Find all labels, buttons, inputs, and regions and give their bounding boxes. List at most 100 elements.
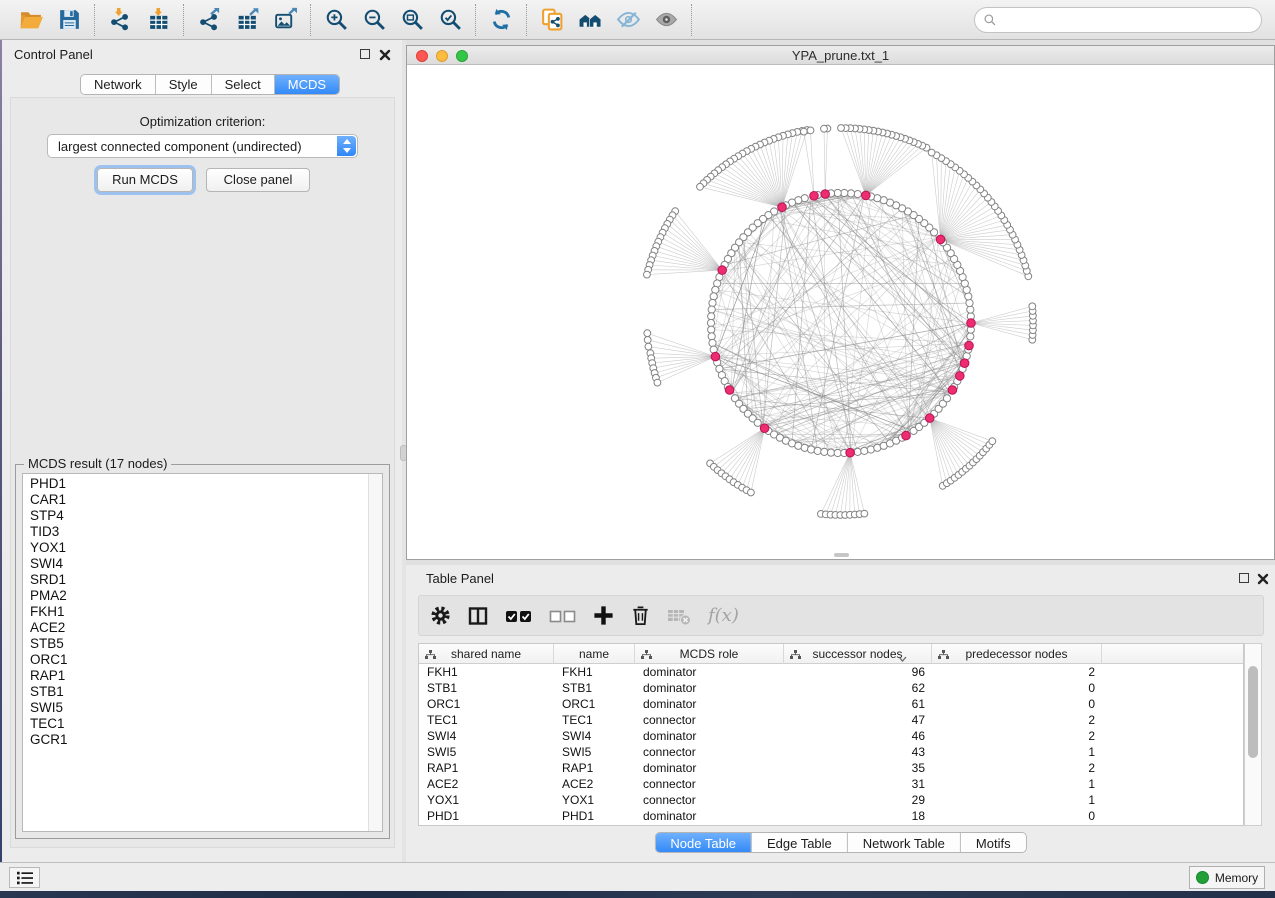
duplicate-network-button[interactable]: [533, 4, 571, 36]
graph-mcds-node[interactable]: [936, 235, 945, 244]
mcds-result-item[interactable]: GCR1: [30, 732, 368, 748]
graph-node[interactable]: [708, 306, 715, 313]
graph-mcds-node[interactable]: [821, 190, 830, 199]
mcds-result-item[interactable]: STP4: [30, 508, 368, 524]
column-header-shared-name[interactable]: shared name: [419, 644, 554, 664]
graph-mcds-node[interactable]: [711, 352, 720, 361]
tab-node-table[interactable]: Node Table: [655, 833, 751, 852]
import-network-button[interactable]: [101, 4, 139, 36]
graph-leaf-node[interactable]: [644, 271, 651, 278]
graph-mcds-node[interactable]: [846, 448, 855, 457]
mcds-result-item[interactable]: SRD1: [30, 572, 368, 588]
table-row[interactable]: TEC1TEC1connector472: [419, 712, 1243, 728]
graph-leaf-node[interactable]: [644, 337, 651, 344]
graph-leaf-node[interactable]: [928, 149, 935, 156]
graph-node[interactable]: [814, 447, 821, 454]
mcds-list-scrollbar[interactable]: [368, 474, 382, 831]
graph-leaf-node[interactable]: [644, 330, 651, 337]
graph-leaf-node[interactable]: [748, 489, 755, 496]
float-panel-icon[interactable]: [360, 49, 370, 59]
mcds-result-item[interactable]: SWI5: [30, 700, 368, 716]
function-builder-button[interactable]: f(x): [708, 601, 739, 631]
graph-node[interactable]: [808, 446, 815, 453]
mcds-result-item[interactable]: CAR1: [30, 492, 368, 508]
graph-mcds-node[interactable]: [778, 203, 787, 212]
mcds-result-item[interactable]: PMA2: [30, 588, 368, 604]
graph-node[interactable]: [754, 419, 761, 426]
import-table-button[interactable]: [139, 4, 177, 36]
export-table-button[interactable]: [228, 4, 266, 36]
table-row[interactable]: SWI5SWI5connector431: [419, 744, 1243, 760]
mcds-result-item[interactable]: STB5: [30, 636, 368, 652]
network-graph-canvas[interactable]: [407, 65, 1274, 559]
table-row[interactable]: RAP1RAP1dominator352: [419, 760, 1243, 776]
mcds-result-item[interactable]: FKH1: [30, 604, 368, 620]
graph-mcds-node[interactable]: [902, 431, 911, 440]
tab-edge-table[interactable]: Edge Table: [751, 833, 847, 852]
table-row[interactable]: PHD1PHD1dominator180: [419, 808, 1243, 824]
graph-node[interactable]: [708, 313, 715, 320]
column-header-name[interactable]: name: [554, 644, 635, 664]
graph-node[interactable]: [708, 326, 715, 333]
graph-leaf-node[interactable]: [697, 183, 704, 190]
zoom-out-button[interactable]: [355, 4, 393, 36]
graph-node[interactable]: [709, 299, 716, 306]
graph-node[interactable]: [854, 191, 861, 198]
show-columns-button[interactable]: [466, 601, 490, 631]
export-network-button[interactable]: [190, 4, 228, 36]
graph-leaf-node[interactable]: [654, 379, 661, 386]
graph-leaf-node[interactable]: [645, 343, 652, 350]
table-row[interactable]: SWI4SWI4dominator462: [419, 728, 1243, 744]
save-session-button[interactable]: [50, 4, 88, 36]
mcds-result-item[interactable]: YOX1: [30, 540, 368, 556]
mcds-result-item[interactable]: PHD1: [30, 476, 368, 492]
table-row[interactable]: ORC1ORC1dominator610: [419, 696, 1243, 712]
graph-mcds-node[interactable]: [967, 319, 976, 328]
graph-leaf-node[interactable]: [821, 125, 828, 132]
graph-mcds-node[interactable]: [956, 372, 965, 381]
graph-leaf-node[interactable]: [800, 128, 807, 135]
table-row[interactable]: YOX1YOX1connector291: [419, 792, 1243, 808]
zoom-fit-button[interactable]: [393, 4, 431, 36]
sort-chevron-icon[interactable]: [898, 651, 907, 665]
open-session-button[interactable]: [12, 4, 50, 36]
table-row[interactable]: STB1STB1dominator620: [419, 680, 1243, 696]
graph-node[interactable]: [861, 447, 868, 454]
graph-mcds-node[interactable]: [810, 192, 819, 201]
graph-leaf-node[interactable]: [989, 438, 996, 445]
first-neighbors-button[interactable]: [571, 4, 609, 36]
mcds-result-item[interactable]: RAP1: [30, 668, 368, 684]
tab-network[interactable]: Network: [81, 75, 155, 94]
add-column-button[interactable]: [592, 601, 615, 631]
graph-node[interactable]: [708, 333, 715, 340]
graph-mcds-node[interactable]: [718, 266, 727, 275]
mcds-result-item[interactable]: SWI4: [30, 556, 368, 572]
float-table-panel-icon[interactable]: [1239, 573, 1249, 583]
tab-motifs[interactable]: Motifs: [960, 833, 1026, 852]
run-mcds-button[interactable]: Run MCDS: [97, 168, 193, 192]
close-panel-icon[interactable]: [379, 48, 391, 60]
graph-mcds-node[interactable]: [862, 191, 871, 200]
mcds-result-item[interactable]: STB1: [30, 684, 368, 700]
graph-mcds-node[interactable]: [925, 414, 934, 423]
mcds-result-item[interactable]: ORC1: [30, 652, 368, 668]
table-vscrollbar[interactable]: [1244, 643, 1262, 826]
task-history-button[interactable]: [9, 867, 40, 888]
table-settings-button[interactable]: [429, 601, 452, 631]
graph-leaf-node[interactable]: [838, 125, 845, 132]
column-header-MCDS-role[interactable]: MCDS role: [635, 644, 784, 664]
show-all-button[interactable]: [647, 4, 685, 36]
delete-column-button[interactable]: [629, 601, 652, 631]
mcds-result-item[interactable]: TID3: [30, 524, 368, 540]
graph-mcds-node[interactable]: [960, 359, 969, 368]
zoom-selected-button[interactable]: [431, 4, 469, 36]
tab-select[interactable]: Select: [211, 75, 274, 94]
memory-button[interactable]: Memory: [1189, 866, 1265, 889]
search-input[interactable]: [997, 10, 1261, 30]
export-image-button[interactable]: [266, 4, 304, 36]
graph-node[interactable]: [967, 333, 974, 340]
column-header-predecessor-nodes[interactable]: predecessor nodes: [932, 644, 1102, 664]
graph-node[interactable]: [709, 339, 716, 346]
graph-node[interactable]: [827, 449, 834, 456]
mcds-result-item[interactable]: ACE2: [30, 620, 368, 636]
